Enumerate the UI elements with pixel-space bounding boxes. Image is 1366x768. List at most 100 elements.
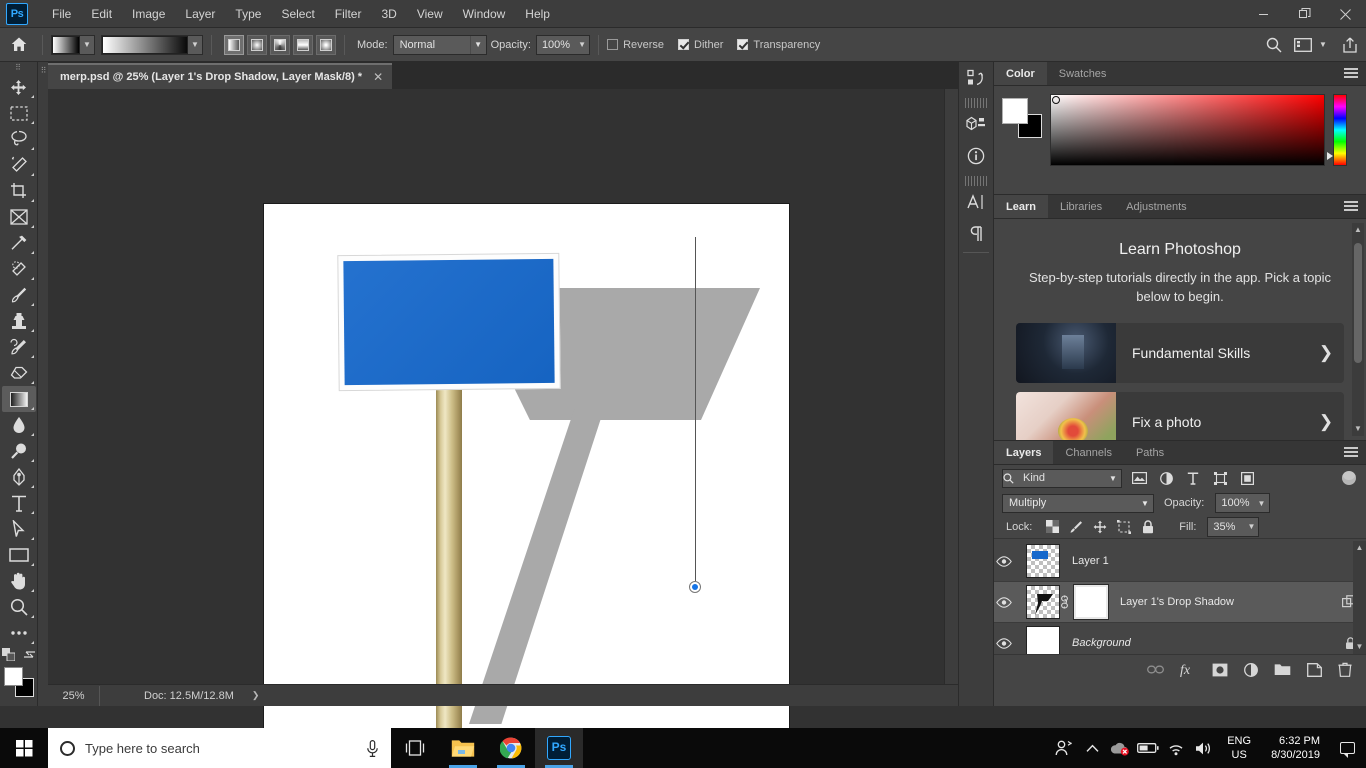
table-row[interactable]: Layer 1	[994, 541, 1366, 582]
layer-thumbnail[interactable]	[1026, 544, 1060, 578]
diamond-gradient-button[interactable]	[316, 34, 336, 55]
filter-toggle-switch[interactable]	[1342, 471, 1356, 485]
foreground-background-colors[interactable]	[3, 667, 34, 697]
crop-tool[interactable]	[2, 178, 36, 204]
color-panel-swatches[interactable]	[1002, 98, 1042, 138]
layers-list-scrollbar[interactable]: ▲ ▼	[1353, 541, 1366, 654]
history-brush-tool[interactable]	[2, 334, 36, 360]
eraser-tool[interactable]	[2, 360, 36, 386]
panel-menu-icon[interactable]	[1344, 201, 1358, 213]
gradient-editor-button[interactable]: ▼	[101, 34, 203, 55]
menu-file[interactable]: File	[42, 0, 81, 28]
type-filter-icon[interactable]	[1183, 468, 1203, 488]
search-icon[interactable]	[1266, 37, 1282, 53]
hand-tool[interactable]	[2, 568, 36, 594]
scrollbar-thumb[interactable]	[1354, 243, 1362, 363]
lock-all-icon[interactable]	[1139, 518, 1157, 536]
rail-grip[interactable]	[965, 98, 987, 108]
tab-swatches[interactable]: Swatches	[1046, 62, 1119, 85]
clock[interactable]: 6:32 PM 8/30/2019	[1261, 734, 1330, 762]
menu-type[interactable]: Type	[225, 0, 271, 28]
layer-thumbnail[interactable]	[1026, 585, 1060, 619]
lock-artboard-nesting-icon[interactable]	[1115, 518, 1133, 536]
new-layer-icon[interactable]	[1307, 662, 1322, 677]
scroll-down-icon[interactable]: ▼	[1352, 422, 1364, 436]
layer-blend-mode-select[interactable]: Multiply ▼	[1002, 493, 1154, 513]
layer-opacity-input[interactable]: 100% ▼	[1215, 493, 1270, 513]
new-group-icon[interactable]	[1274, 663, 1291, 676]
tab-paths[interactable]: Paths	[1123, 441, 1177, 464]
gradient-preset-swatch[interactable]: ▼	[51, 34, 95, 55]
spot-healing-brush-tool[interactable]	[2, 256, 36, 282]
layer-name[interactable]: Layer 1	[1060, 555, 1356, 567]
eyedropper-tool[interactable]	[2, 230, 36, 256]
battery-icon[interactable]	[1135, 728, 1161, 768]
tab-color[interactable]: Color	[994, 62, 1047, 85]
tab-adjustments[interactable]: Adjustments	[1114, 195, 1199, 218]
zoom-level[interactable]: 25%	[48, 685, 100, 706]
mask-link-icon[interactable]	[1060, 595, 1074, 609]
artboard[interactable]	[264, 204, 789, 729]
link-layers-icon[interactable]	[1147, 664, 1164, 675]
layer-name[interactable]: Background	[1060, 637, 1345, 649]
blur-tool[interactable]	[2, 412, 36, 438]
new-adjustment-layer-icon[interactable]	[1244, 662, 1258, 677]
add-layer-style-icon[interactable]: fx	[1180, 662, 1196, 677]
move-tool[interactable]	[2, 74, 36, 100]
document-grip[interactable]: ⠿	[38, 62, 48, 706]
paragraph-icon[interactable]	[959, 218, 993, 250]
clone-stamp-tool[interactable]	[2, 308, 36, 334]
notification-center-icon[interactable]	[1332, 728, 1362, 768]
photoshop-button[interactable]: Ps	[535, 728, 583, 768]
smart-object-filter-icon[interactable]	[1237, 468, 1257, 488]
toolbar-grip[interactable]: ⠿	[0, 62, 37, 74]
close-button[interactable]	[1325, 0, 1366, 28]
tab-layers[interactable]: Layers	[994, 441, 1054, 464]
chevron-down-icon[interactable]: ▼	[80, 40, 94, 49]
status-expand-arrow[interactable]: ❯	[252, 690, 260, 701]
transparency-checkbox[interactable]: Transparency	[737, 39, 820, 51]
start-button[interactable]	[0, 728, 48, 768]
show-hidden-icons-chevron[interactable]	[1079, 728, 1105, 768]
scroll-up-icon[interactable]: ▲	[1353, 541, 1366, 555]
3d-icon[interactable]	[959, 108, 993, 140]
menu-help[interactable]: Help	[515, 0, 560, 28]
rectangle-tool[interactable]	[2, 542, 36, 568]
restore-button[interactable]	[1284, 0, 1325, 28]
onedrive-error-icon[interactable]	[1107, 728, 1133, 768]
panel-menu-icon[interactable]	[1344, 68, 1358, 80]
foreground-color-swatch[interactable]	[1002, 98, 1028, 124]
language-indicator[interactable]: ENG US	[1219, 734, 1259, 762]
menu-window[interactable]: Window	[453, 0, 516, 28]
share-icon[interactable]	[1342, 37, 1358, 53]
reflected-gradient-button[interactable]	[293, 34, 313, 55]
document-tab[interactable]: merp.psd @ 25% (Layer 1's Drop Shadow, L…	[48, 63, 393, 89]
linear-gradient-button[interactable]	[224, 34, 244, 55]
quick-selection-tool[interactable]	[2, 152, 36, 178]
character-icon[interactable]	[959, 186, 993, 218]
opacity-input[interactable]: 100% ▼	[535, 34, 591, 55]
learn-panel-scrollbar[interactable]: ▲ ▼	[1352, 223, 1364, 436]
path-anchor-point[interactable]	[689, 581, 701, 593]
blend-mode-select[interactable]: Normal ▼	[392, 34, 487, 55]
swap-colors-icon[interactable]	[23, 648, 36, 661]
home-icon[interactable]	[4, 32, 34, 58]
tab-libraries[interactable]: Libraries	[1047, 195, 1115, 218]
layer-visibility-toggle[interactable]	[996, 555, 1026, 567]
learn-card-fundamental-skills[interactable]: Fundamental Skills ❯	[1016, 322, 1344, 383]
panel-menu-icon[interactable]	[1344, 447, 1358, 459]
chevron-down-icon[interactable]: ▼	[1255, 499, 1269, 508]
chrome-button[interactable]	[487, 728, 535, 768]
lock-transparent-pixels-icon[interactable]	[1043, 518, 1061, 536]
info-icon[interactable]	[959, 140, 993, 172]
menu-3d[interactable]: 3D	[371, 0, 406, 28]
menu-select[interactable]: Select	[271, 0, 324, 28]
people-icon[interactable]	[1051, 728, 1077, 768]
gradient-tool[interactable]	[1, 386, 36, 412]
adjustment-filter-icon[interactable]	[1156, 468, 1176, 488]
microphone-icon[interactable]	[366, 739, 379, 757]
reverse-checkbox[interactable]: Reverse	[607, 39, 664, 51]
layer-name[interactable]: Layer 1's Drop Shadow	[1108, 596, 1342, 608]
menu-view[interactable]: View	[407, 0, 453, 28]
task-view-button[interactable]	[391, 728, 439, 768]
